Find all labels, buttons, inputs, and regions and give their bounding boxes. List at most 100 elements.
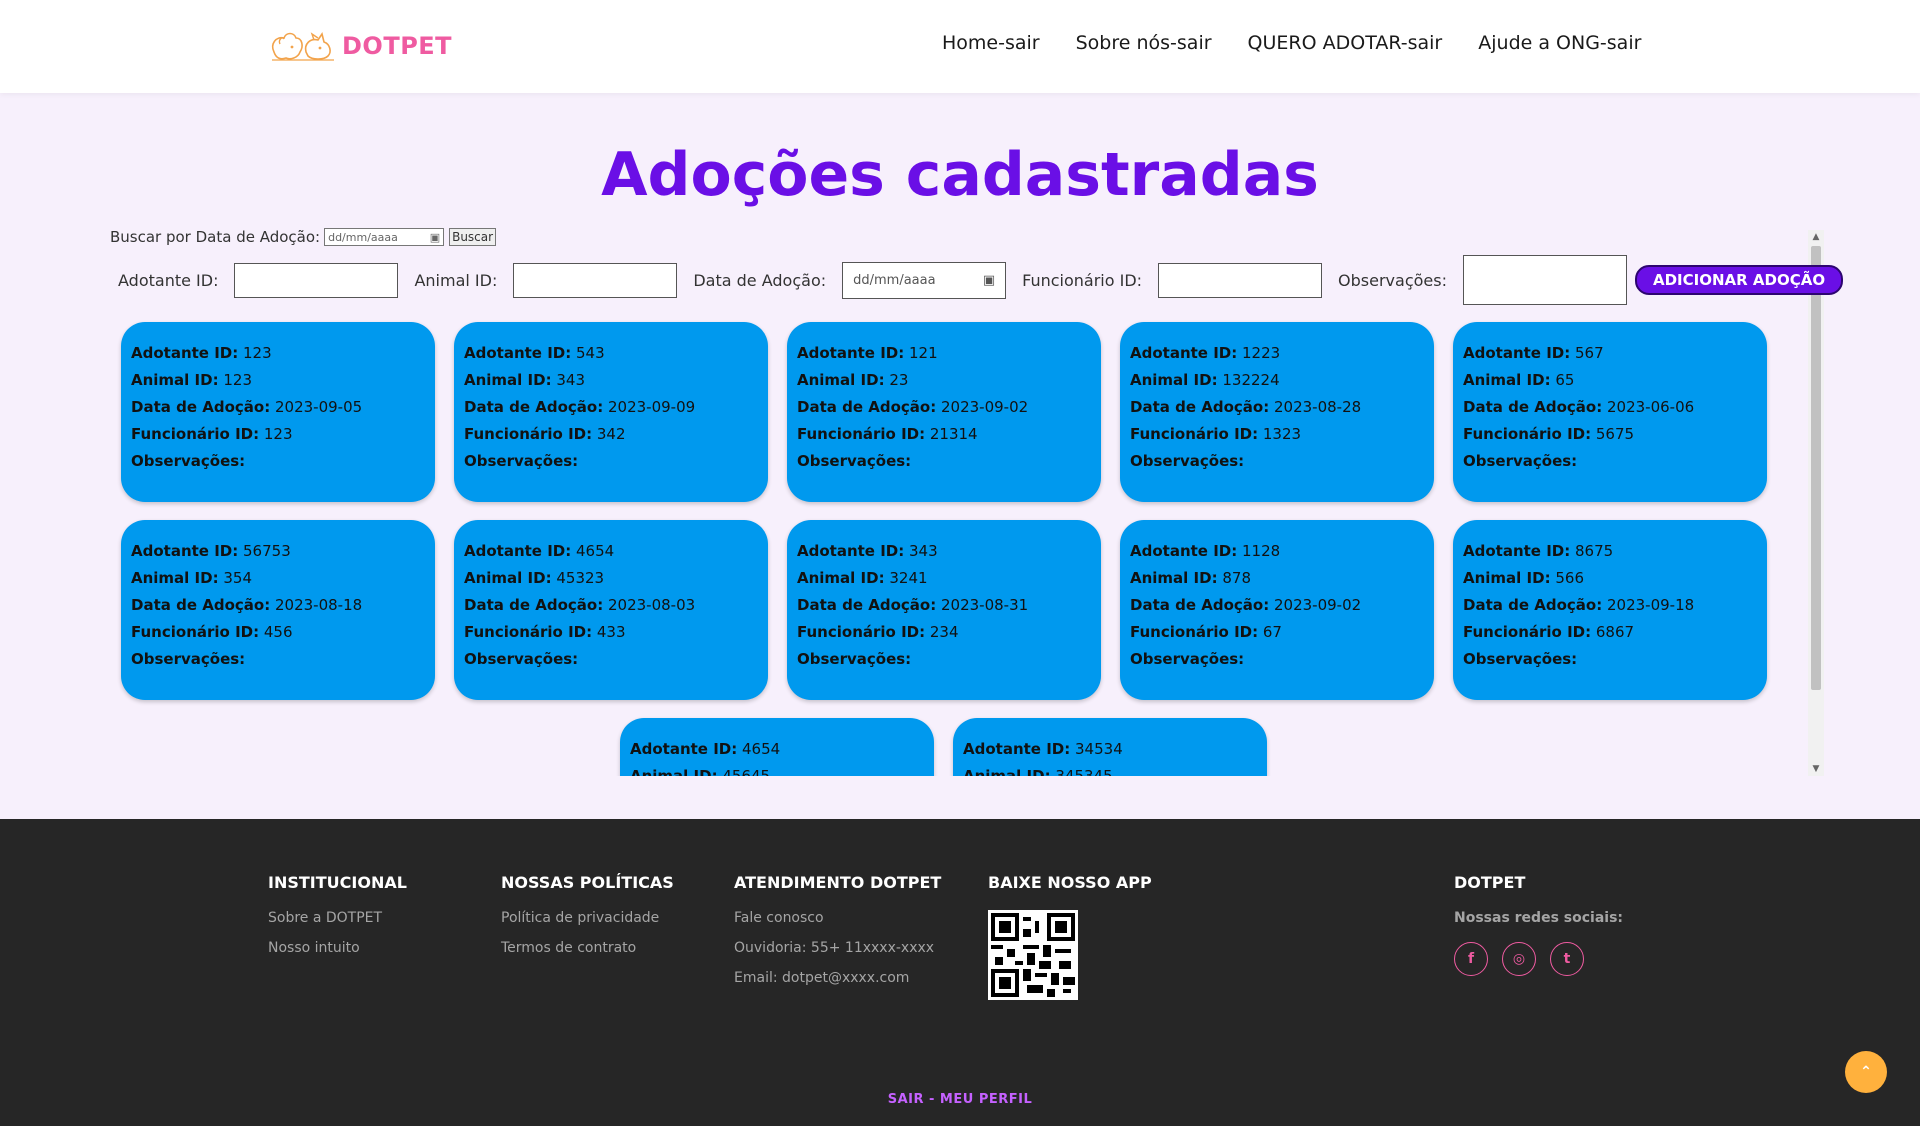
observacoes-textarea[interactable]	[1462, 255, 1627, 305]
animal-value: 23	[889, 371, 909, 389]
adoption-card: Adotante ID: 567 Animal ID: 65 Data de A…	[1453, 322, 1767, 502]
footer-ouvidoria: Ouvidoria: 55+ 11xxxx-xxxx	[734, 940, 935, 956]
funcionario-id-input[interactable]	[1158, 262, 1323, 298]
data-field-label: Data de Adoção:	[464, 596, 604, 614]
scrollbar[interactable]: ▲ ▼	[1808, 230, 1824, 776]
footer-email[interactable]: Email: dotpet@xxxx.com	[734, 970, 941, 986]
funcionario-value: 123	[263, 425, 293, 443]
funcionario-field-label: Funcionário ID:	[797, 425, 926, 443]
footer-redes-sociais: Nossas redes sociais:	[1454, 910, 1624, 926]
animal-id-input[interactable]	[513, 262, 678, 298]
instagram-icon[interactable]: ◎	[1502, 942, 1536, 976]
adotante-value: 4654	[742, 740, 781, 758]
adotante-label: Adotante ID:	[118, 270, 219, 290]
adotante-value: 4654	[576, 542, 615, 560]
funcionario-label: Funcionário ID:	[1022, 270, 1143, 290]
data-value: 2023-08-31	[940, 596, 1029, 614]
funcionario-field-label: Funcionário ID:	[464, 623, 593, 641]
footer-atendimento: ATENDIMENTO DOTPET Fale conosco Ouvidori…	[734, 873, 941, 1000]
adoption-card: Adotante ID: 4654 Animal ID: 45645	[620, 718, 934, 776]
data-field-label: Data de Adoção:	[1130, 398, 1270, 416]
facebook-icon[interactable]: f	[1454, 942, 1488, 976]
clipped-row: Adotante ID: 4654 Animal ID: 45645 Adota…	[0, 700, 1920, 776]
footer-app-title: BAIXE NOSSO APP	[988, 873, 1152, 892]
observacoes-field-label: Observações:	[797, 650, 912, 668]
qr-code-icon[interactable]	[988, 910, 1078, 1000]
observacoes-field-label: Observações:	[131, 452, 246, 470]
adoption-card: Adotante ID: 4654 Animal ID: 45323 Data …	[454, 520, 768, 700]
animal-value: 3241	[889, 569, 928, 587]
adotante-id-input[interactable]	[234, 262, 399, 298]
footer-atendimento-title: ATENDIMENTO DOTPET	[734, 873, 942, 892]
footer-politicas-title: NOSSAS POLÍTICAS	[501, 873, 674, 892]
search-label: Buscar por Data de Adoção:	[110, 228, 321, 246]
animal-field-label: Animal ID:	[464, 371, 552, 389]
footer-link-termos[interactable]: Termos de contrato	[501, 940, 674, 956]
funcionario-value: 234	[929, 623, 959, 641]
animal-value: 354	[223, 569, 252, 587]
funcionario-field-label: Funcionário ID:	[464, 425, 593, 443]
funcionario-value: 21314	[929, 425, 978, 443]
animal-value: 65	[1555, 371, 1575, 389]
adotante-field-label: Adotante ID:	[797, 344, 905, 362]
funcionario-field-label: Funcionário ID:	[797, 623, 926, 641]
adotante-value: 8675	[1575, 542, 1614, 560]
site-footer: INSTITUCIONAL Sobre a DOTPET Nosso intui…	[0, 819, 1920, 1126]
observacoes-field-label: Observações:	[797, 452, 912, 470]
twitter-icon[interactable]: t	[1550, 942, 1584, 976]
search-button[interactable]: Buscar	[449, 228, 497, 246]
nav-sobre-nos[interactable]: Sobre nós-sair	[1076, 32, 1212, 54]
animal-field-label: Animal ID:	[797, 371, 885, 389]
data-field-label: Data de Adoção:	[797, 596, 937, 614]
funcionario-field-label: Funcionário ID:	[1463, 425, 1592, 443]
funcionario-field-label: Funcionário ID:	[131, 623, 260, 641]
data-value: 2023-09-05	[274, 398, 363, 416]
adotante-field-label: Adotante ID:	[1130, 542, 1238, 560]
animal-value: 345345	[1055, 767, 1113, 776]
footer-politicas: NOSSAS POLÍTICAS Política de privacidade…	[501, 873, 674, 970]
animal-value: 566	[1555, 569, 1584, 587]
search-date-input[interactable]: dd/mm/aaaa ▣	[324, 228, 445, 246]
observacoes-field-label: Observações:	[1130, 452, 1245, 470]
scroll-to-top-icon[interactable]: ⌃	[1845, 1051, 1887, 1093]
animal-label: Animal ID:	[414, 270, 498, 290]
nav-home[interactable]: Home-sair	[942, 32, 1040, 54]
adotante-field-label: Adotante ID:	[630, 740, 738, 758]
data-label: Data de Adoção:	[693, 270, 827, 290]
animal-field-label: Animal ID:	[1130, 371, 1218, 389]
scroll-up-icon[interactable]: ▲	[1808, 230, 1824, 244]
adotante-field-label: Adotante ID:	[797, 542, 905, 560]
data-adocao-input[interactable]: dd/mm/aaaa ▣	[842, 261, 1007, 299]
site-header: DOTPET Home-sair Sobre nós-sair QUERO AD…	[0, 0, 1920, 93]
search-date-placeholder: dd/mm/aaaa	[328, 230, 398, 244]
footer-link-intuito[interactable]: Nosso intuito	[268, 940, 407, 956]
animal-field-label: Animal ID:	[464, 569, 552, 587]
adoption-card: Adotante ID: 543 Animal ID: 343 Data de …	[454, 322, 768, 502]
footer-dotpet-title: DOTPET	[1454, 873, 1526, 892]
sair-meu-perfil-link[interactable]: SAIR - MEU PERFIL	[0, 1092, 1920, 1107]
data-field-label: Data de Adoção:	[1463, 398, 1603, 416]
footer-link-privacidade[interactable]: Política de privacidade	[501, 910, 674, 926]
data-value: 2023-08-03	[607, 596, 696, 614]
footer-link-sobre[interactable]: Sobre a DOTPET	[268, 910, 407, 926]
adotante-value: 567	[1575, 344, 1604, 362]
calendar-icon[interactable]: ▣	[983, 273, 995, 288]
animal-value: 123	[223, 371, 252, 389]
page-title: Adoções cadastradas	[601, 140, 1319, 210]
observacoes-field-label: Observações:	[464, 650, 579, 668]
data-field-label: Data de Adoção:	[797, 398, 937, 416]
calendar-icon[interactable]: ▣	[430, 231, 440, 244]
logo[interactable]: DOTPET	[268, 26, 452, 66]
footer-link-fale-conosco[interactable]: Fale conosco	[734, 910, 941, 926]
data-adocao-placeholder: dd/mm/aaaa	[853, 272, 936, 288]
nav-quero-adotar[interactable]: QUERO ADOTAR-sair	[1248, 32, 1443, 54]
adoption-card: Adotante ID: 8675 Animal ID: 566 Data de…	[1453, 520, 1767, 700]
data-value: 2023-09-09	[607, 398, 696, 416]
animal-value: 343	[556, 371, 585, 389]
funcionario-field-label: Funcionário ID:	[131, 425, 260, 443]
observacoes-label: Observações:	[1338, 270, 1447, 290]
nav-ajude-ong[interactable]: Ajude a ONG-sair	[1478, 32, 1641, 54]
scrollbar-thumb[interactable]	[1811, 246, 1821, 690]
adotante-value: 34534	[1075, 740, 1123, 758]
add-adoption-button[interactable]: ADICIONAR ADOÇÃO	[1634, 265, 1844, 295]
